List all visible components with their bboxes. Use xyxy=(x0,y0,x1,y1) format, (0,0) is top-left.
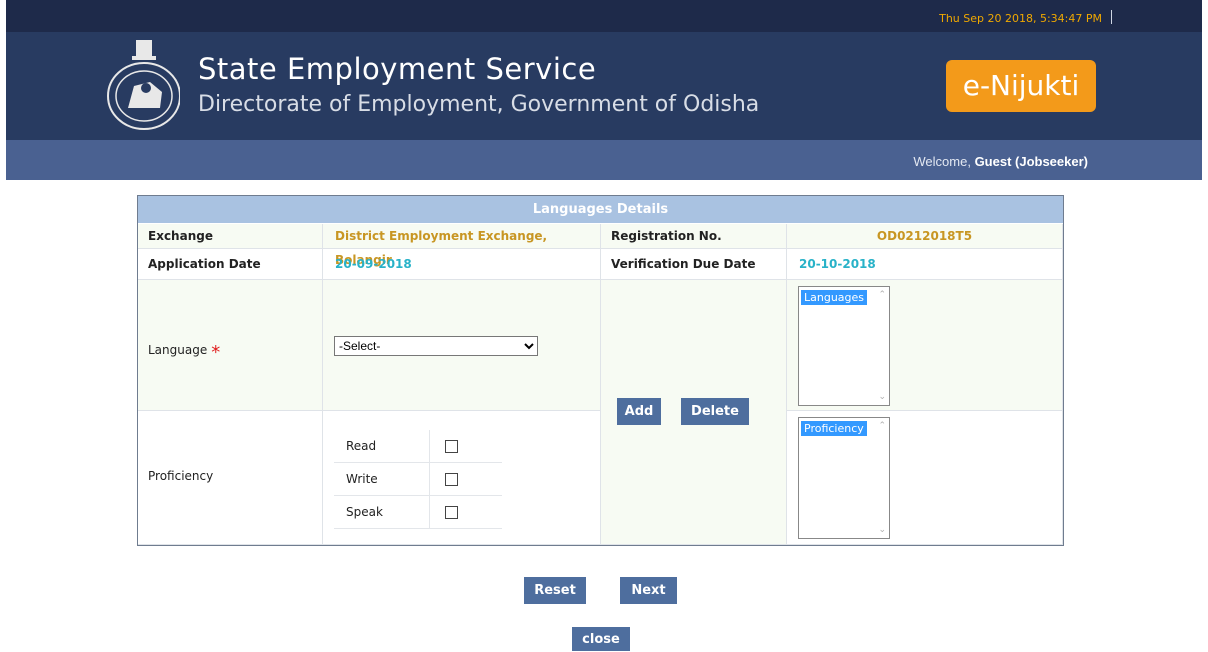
close-button[interactable]: close xyxy=(572,627,630,651)
registration-value: OD0212018T5 xyxy=(787,224,1063,249)
read-label: Read xyxy=(334,430,430,463)
proficiency-listbox[interactable]: Proficiency ⌃ ⌄ xyxy=(798,417,890,539)
proficiency-label-cell: Proficiency xyxy=(138,411,323,545)
next-button[interactable]: Next xyxy=(620,577,677,604)
verification-due-date-value: 20-10-2018 xyxy=(787,249,1063,280)
reset-button[interactable]: Reset xyxy=(524,577,586,604)
scroll-down-icon[interactable]: ⌄ xyxy=(878,525,886,535)
write-checkbox-cell xyxy=(430,463,503,496)
scroll-down-icon[interactable]: ⌄ xyxy=(878,392,886,402)
required-mark: * xyxy=(211,342,221,363)
welcome-user: Guest (Jobseeker) xyxy=(974,154,1088,169)
languages-list-item[interactable]: Languages xyxy=(801,290,868,305)
proficiency-row-speak: Speak xyxy=(334,495,503,529)
datetime-display: Thu Sep 20 2018, 5:34:47 PM xyxy=(939,12,1102,25)
proficiency-row-read: Read xyxy=(334,430,502,463)
language-label-text: Language xyxy=(148,343,208,357)
welcome-message: Welcome, Guest (Jobseeker) xyxy=(913,154,1088,169)
speak-checkbox[interactable] xyxy=(445,506,458,519)
speak-label: Speak xyxy=(334,495,430,529)
odisha-emblem-icon xyxy=(102,36,181,130)
scroll-up-icon[interactable]: ⌃ xyxy=(878,290,886,300)
read-checkbox-cell xyxy=(430,430,503,463)
write-label: Write xyxy=(334,462,430,496)
verification-due-date-label: Verification Due Date xyxy=(601,249,787,280)
write-checkbox[interactable] xyxy=(445,473,458,486)
add-button[interactable]: Add xyxy=(617,398,661,425)
language-select[interactable]: -Select- xyxy=(334,336,538,356)
panel-title: Languages Details xyxy=(138,196,1063,223)
application-date-label: Application Date xyxy=(138,249,323,280)
site-subtitle: Directorate of Employment, Government of… xyxy=(198,92,760,117)
proficiency-row-write: Write xyxy=(334,462,503,496)
delete-button[interactable]: Delete xyxy=(681,398,749,425)
application-date-value: 20-09-2018 xyxy=(323,249,601,280)
languages-listbox[interactable]: Languages ⌃ ⌄ xyxy=(798,286,890,406)
exchange-label: Exchange xyxy=(138,224,323,249)
welcome-prefix: Welcome, xyxy=(913,154,971,169)
speak-checkbox-cell xyxy=(430,496,503,529)
proficiency-label: Proficiency xyxy=(148,469,214,483)
scroll-up-icon[interactable]: ⌃ xyxy=(878,421,886,431)
language-label: Language * xyxy=(148,338,220,363)
site-title: State Employment Service xyxy=(198,52,597,86)
languages-details-panel: Languages Details Exchange District Empl… xyxy=(137,195,1064,546)
proficiency-list-item[interactable]: Proficiency xyxy=(801,421,867,436)
proficiency-table: Read Write Speak xyxy=(334,430,502,529)
datetime-separator xyxy=(1111,10,1112,24)
read-checkbox[interactable] xyxy=(445,440,458,453)
e-nijukti-logo: e-Nijukti xyxy=(946,60,1096,112)
exchange-value: District Employment Exchange, Bolangir xyxy=(323,224,601,267)
language-label-cell: Language * xyxy=(138,280,323,411)
registration-label: Registration No. xyxy=(601,224,787,249)
